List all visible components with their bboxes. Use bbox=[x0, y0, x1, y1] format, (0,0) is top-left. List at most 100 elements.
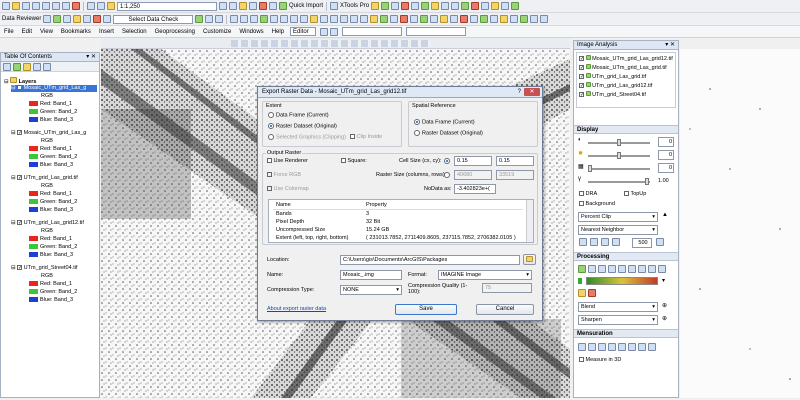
add-data-icon[interactable] bbox=[107, 2, 115, 10]
menu-view[interactable]: View bbox=[40, 29, 53, 35]
brightness-value[interactable]: 0 bbox=[658, 150, 674, 160]
save-button[interactable]: Save bbox=[395, 304, 457, 315]
identify-icon[interactable] bbox=[340, 15, 349, 23]
hyperlink-icon[interactable] bbox=[370, 15, 379, 23]
topup-checkbox[interactable]: TopUp bbox=[624, 191, 646, 197]
list-by-drawing-order-icon[interactable] bbox=[3, 63, 11, 71]
hillshade-icon[interactable] bbox=[608, 265, 616, 273]
browse-folder-button[interactable] bbox=[523, 254, 536, 265]
sketch-tool-icon[interactable] bbox=[330, 27, 339, 36]
shaded-relief-icon[interactable] bbox=[578, 289, 586, 297]
tool-icon-d[interactable] bbox=[401, 2, 410, 10]
tool-icon-e[interactable] bbox=[411, 2, 420, 10]
columns-input[interactable]: 40680 bbox=[454, 170, 492, 180]
toc-layer-5[interactable]: ⊟ ✓ UTm_grid_Street04.tif bbox=[11, 265, 77, 272]
apply-blend-icon[interactable]: ⊕ bbox=[662, 302, 667, 309]
search-window-icon[interactable] bbox=[249, 2, 257, 10]
select-data-check-dropdown[interactable]: Select Data Check bbox=[113, 14, 194, 24]
tool-icon-k[interactable] bbox=[471, 2, 480, 10]
ia-layer-item[interactable]: ✓ UTm_grid_Las_grid12.tif bbox=[579, 82, 652, 89]
composite-icon[interactable] bbox=[628, 265, 636, 273]
list-by-selection-icon[interactable] bbox=[33, 63, 41, 71]
brightness-slider[interactable] bbox=[588, 152, 650, 159]
contrast-slider[interactable] bbox=[588, 139, 650, 146]
layer-checkbox[interactable]: ✓ bbox=[17, 175, 22, 181]
toc-layer-1[interactable]: ⊟ ✓ Mosaic_UTm_grid_Las_g bbox=[11, 85, 97, 93]
ia-layer-item[interactable]: ✓ Mosaic_UTm_grid_Las_grid.tif bbox=[579, 64, 667, 71]
layout-tool-icons[interactable] bbox=[231, 40, 431, 47]
time-slider-icon[interactable] bbox=[390, 15, 399, 23]
gamma-slider[interactable] bbox=[588, 178, 650, 185]
orthorectify-icon[interactable] bbox=[618, 265, 626, 273]
tool-icon-w[interactable] bbox=[490, 15, 499, 23]
select-elements-icon[interactable] bbox=[330, 15, 339, 23]
toc-layer-2[interactable]: ⊟ ✓ Mosaic_UTm_grid_Las_g bbox=[11, 130, 86, 137]
menu-edit[interactable]: Edit bbox=[22, 29, 32, 35]
reviewer-icon-2[interactable] bbox=[53, 15, 62, 23]
centroid-measure-icon[interactable] bbox=[628, 343, 636, 351]
menu-selection[interactable]: Selection bbox=[122, 29, 147, 35]
zoom-tool-icon[interactable] bbox=[612, 238, 620, 246]
tool-icon-n[interactable] bbox=[501, 2, 510, 10]
toc-layer-3[interactable]: ⊟ ✓ UTm_grid_Las_grid.tif bbox=[11, 175, 78, 182]
chevron-down-icon[interactable]: ▾ bbox=[662, 277, 665, 284]
data-reviewer-menu[interactable]: Data Reviewer bbox=[2, 16, 41, 22]
cell-size-y-input[interactable]: 0.15 bbox=[496, 156, 534, 166]
colormap-icon[interactable] bbox=[588, 289, 596, 297]
shadow-measure-icon[interactable] bbox=[588, 343, 596, 351]
tool-icon-c[interactable] bbox=[391, 2, 400, 10]
name-input[interactable]: Mosaic_.img bbox=[340, 270, 402, 280]
list-by-visibility-icon[interactable] bbox=[23, 63, 31, 71]
tool-icon-h[interactable] bbox=[441, 2, 450, 10]
pixel-inspector-icon[interactable] bbox=[656, 238, 664, 246]
stretch-select[interactable]: Percent Clip ▾ bbox=[578, 212, 658, 222]
reviewer-icon-8[interactable] bbox=[205, 15, 214, 23]
raster-size-radio[interactable] bbox=[444, 172, 452, 178]
mosaic-icon[interactable] bbox=[638, 265, 646, 273]
layer-checkbox[interactable]: ✓ bbox=[17, 130, 22, 136]
differencing-icon[interactable] bbox=[648, 265, 656, 273]
tool-icon-x[interactable] bbox=[500, 15, 509, 23]
display-section-header[interactable]: Display bbox=[574, 125, 678, 134]
reviewer-icon-6[interactable] bbox=[93, 15, 102, 23]
tool-icon-f[interactable] bbox=[421, 2, 430, 10]
transparency-value[interactable]: 0 bbox=[658, 163, 674, 173]
tool-icon-u[interactable] bbox=[470, 15, 479, 23]
reviewer-icon-7[interactable] bbox=[103, 15, 112, 23]
use-colormap-checkbox[interactable]: Use Colormap bbox=[267, 186, 309, 192]
location-input[interactable]: C:\Users\gis\Documents\ArcGIS\Packages bbox=[340, 255, 520, 265]
list-by-source-icon[interactable] bbox=[13, 63, 21, 71]
tool-icon-p[interactable] bbox=[420, 15, 429, 23]
ia-layer-item[interactable]: ✓ UTm_grid_Las_grid.tif bbox=[579, 73, 646, 80]
map-scale-dropdown[interactable]: 1:1,250 bbox=[117, 1, 217, 11]
measure-icon[interactable] bbox=[360, 15, 369, 23]
redo-icon[interactable] bbox=[97, 2, 105, 10]
compression-quality-input[interactable]: 75 bbox=[482, 283, 532, 293]
paste-icon[interactable] bbox=[62, 2, 70, 10]
square-checkbox[interactable]: Square: bbox=[341, 158, 367, 164]
forward-extent-icon[interactable] bbox=[300, 15, 309, 23]
compression-type-select[interactable]: NONE ▾ bbox=[340, 285, 402, 295]
area-measure-icon[interactable] bbox=[618, 343, 626, 351]
angle-measure-icon[interactable] bbox=[638, 343, 646, 351]
export-icon[interactable] bbox=[658, 265, 666, 273]
clear-selection-icon[interactable] bbox=[320, 15, 329, 23]
ia-layer-item[interactable]: ✓ Mosaic_UTm_grid_Las_grid12.tif bbox=[579, 55, 673, 62]
python-icon[interactable] bbox=[269, 2, 277, 10]
fixed-zoom-out-icon[interactable] bbox=[280, 15, 289, 23]
height-measure-icon[interactable] bbox=[578, 343, 586, 351]
zoom-to-raster-resolution-icon[interactable] bbox=[601, 238, 609, 246]
rows-input[interactable]: 33519 bbox=[496, 170, 534, 180]
editor-toolbar-icon[interactable] bbox=[219, 2, 227, 10]
measure-3d-checkbox[interactable]: Measure in 3D bbox=[579, 357, 621, 363]
tool-icon-r[interactable] bbox=[440, 15, 449, 23]
toc-layer-4[interactable]: ⊟ ✓ UTm_grid_Las_grid12.tif bbox=[11, 220, 84, 227]
editor-menu[interactable]: Editor bbox=[290, 27, 317, 36]
mensuration-section-header[interactable]: Mensuration bbox=[574, 329, 678, 338]
histogram-icon[interactable]: ▲ bbox=[662, 212, 668, 218]
extent-data-frame-radio[interactable]: Data Frame (Current) bbox=[268, 112, 329, 118]
tool-icon-ab[interactable] bbox=[540, 15, 549, 23]
create-viewer-icon[interactable] bbox=[400, 15, 409, 23]
close-icon[interactable]: ✕ bbox=[524, 88, 540, 96]
georef-layer-dropdown[interactable] bbox=[342, 27, 403, 36]
